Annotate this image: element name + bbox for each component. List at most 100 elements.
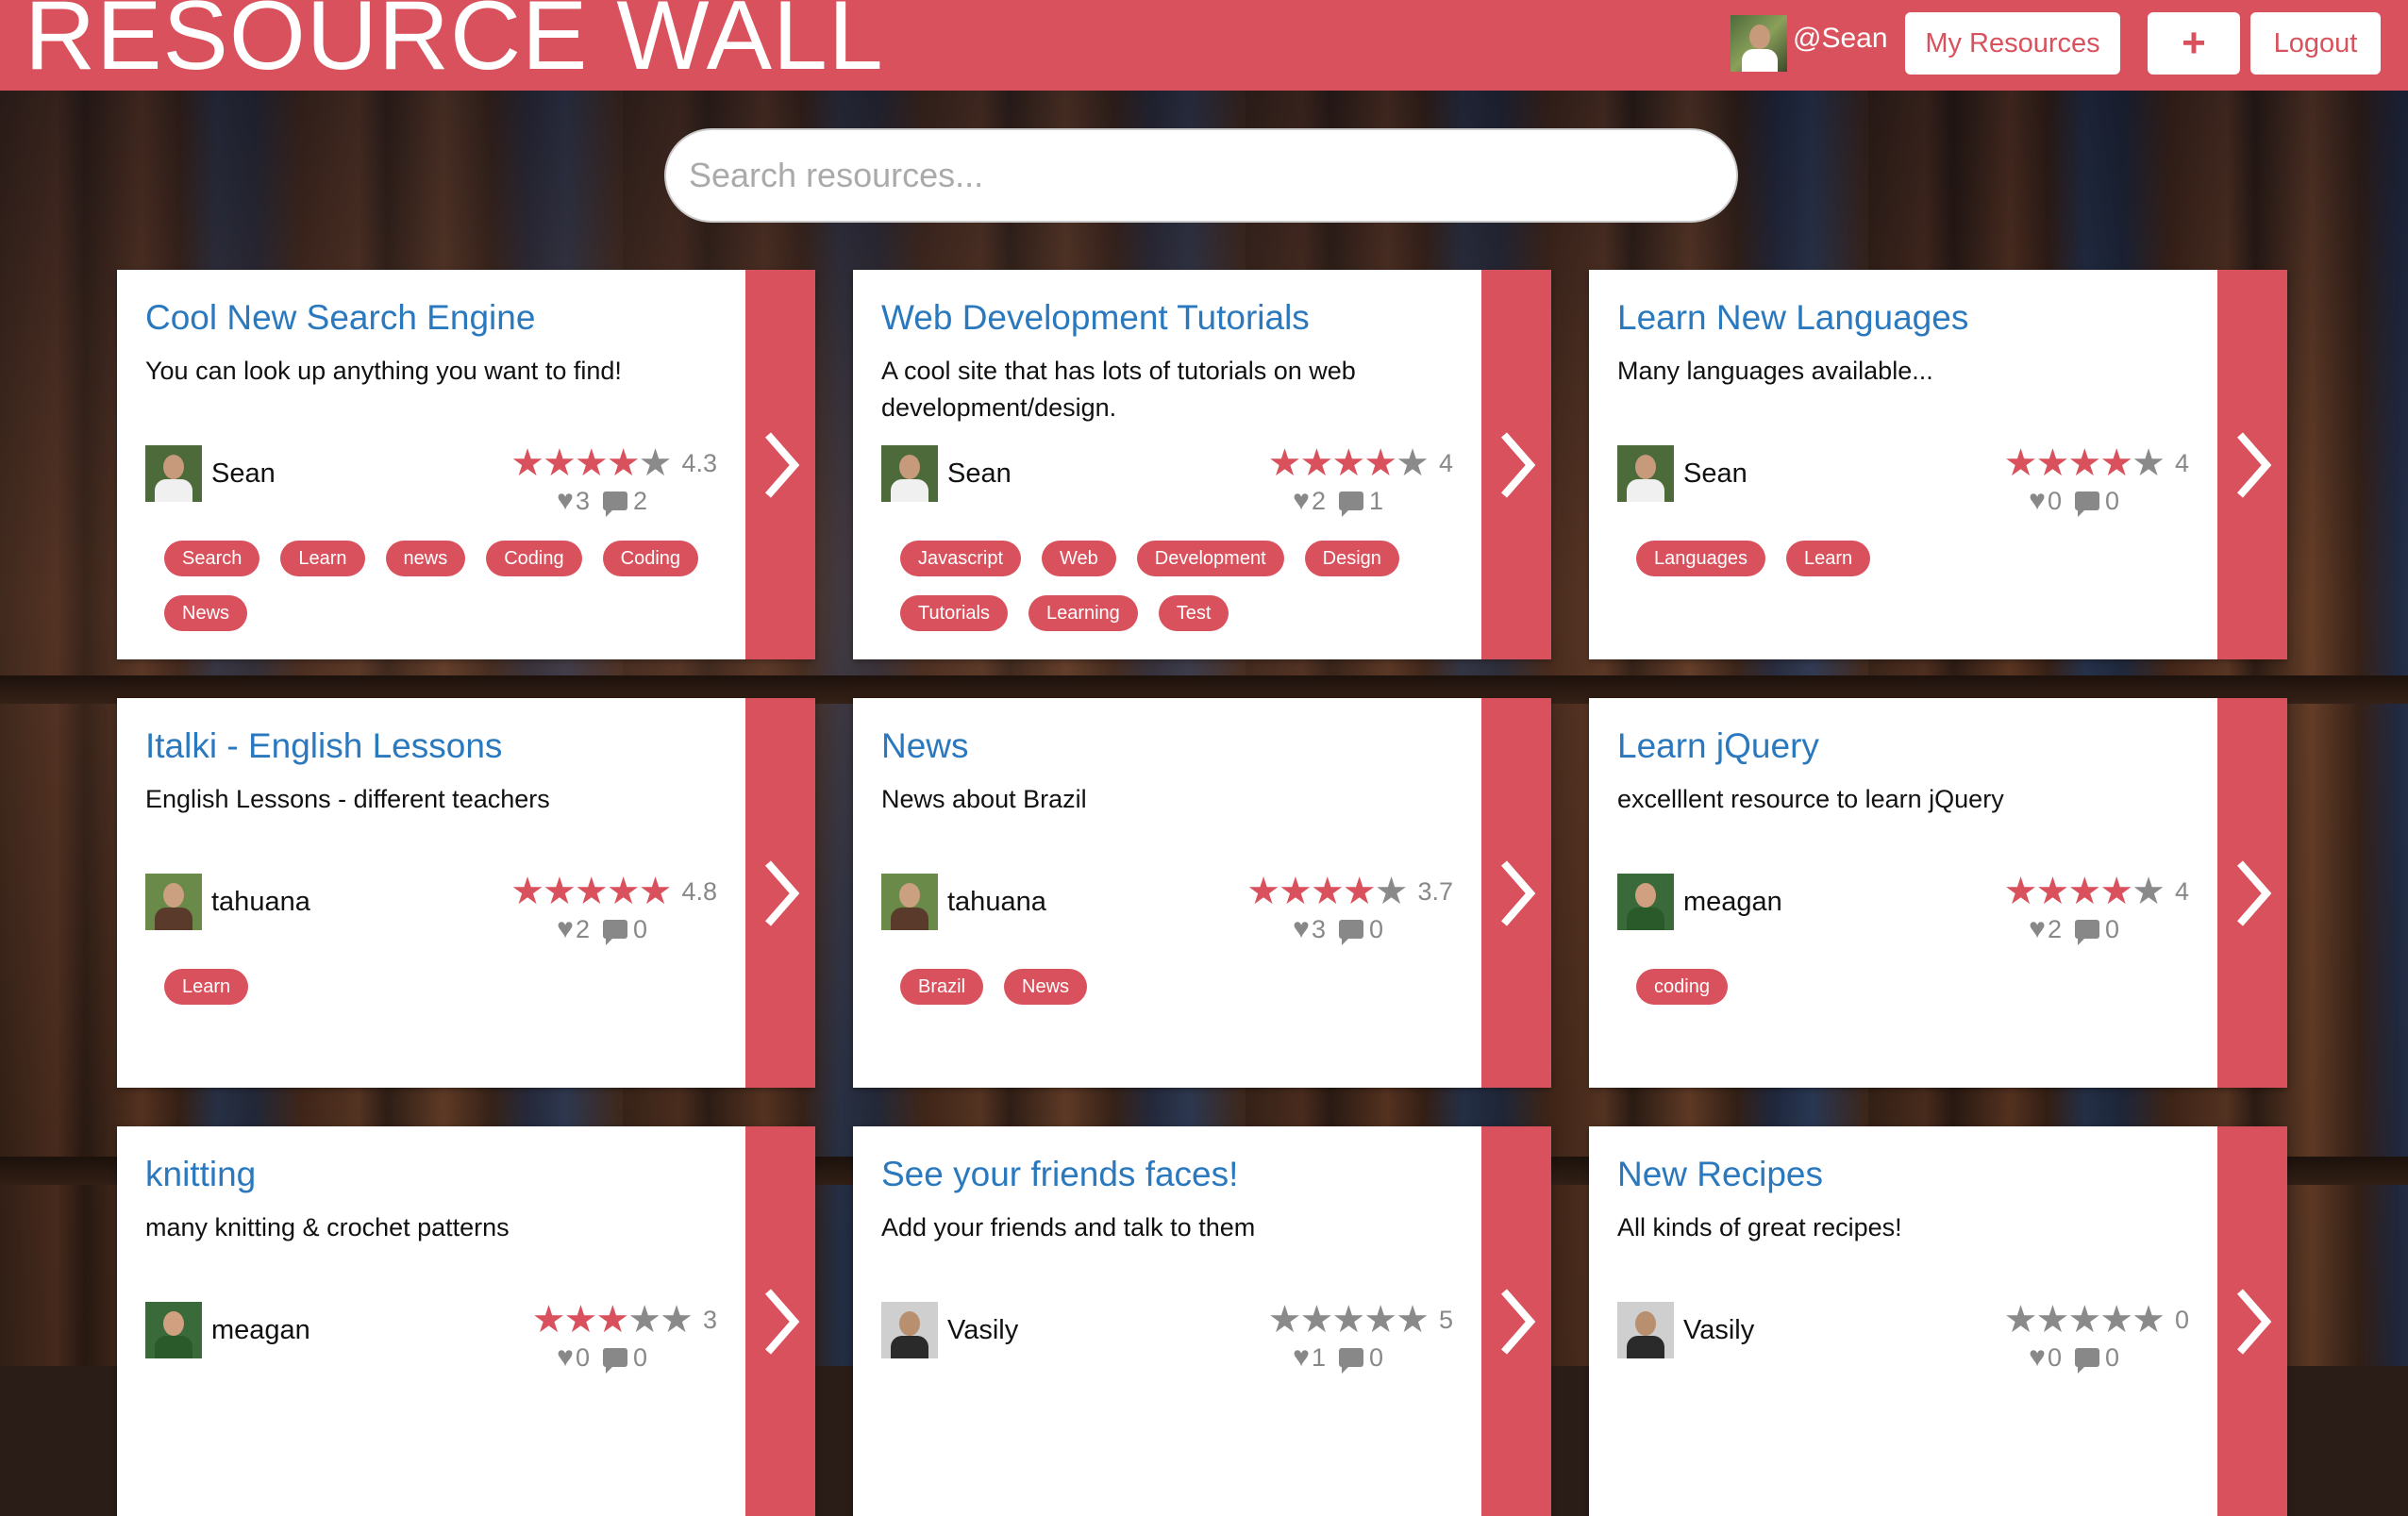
heart-icon[interactable]: ♥ [557, 913, 574, 945]
star-icon[interactable]: ★ [575, 442, 609, 484]
tag-pill[interactable]: Search [164, 541, 260, 576]
user-handle[interactable]: @Sean [1793, 23, 1888, 55]
card-title[interactable]: Italki - English Lessons [145, 726, 502, 766]
resource-card[interactable]: See your friends faces! Add your friends … [853, 1126, 1551, 1516]
resource-card[interactable]: Learn jQuery excelllent resource to learn… [1589, 698, 2287, 1088]
search-input[interactable] [664, 128, 1738, 223]
star-icon[interactable]: ★ [564, 1299, 598, 1341]
tag-pill[interactable]: Brazil [900, 969, 984, 1005]
tag-pill[interactable]: Learn [280, 541, 365, 576]
open-resource-button[interactable] [1481, 698, 1551, 1088]
tag-pill[interactable]: Tutorials [900, 595, 1008, 631]
star-rating[interactable]: ★★★★★ 0 [2004, 1301, 2189, 1339]
heart-icon[interactable]: ♥ [2029, 1341, 2046, 1374]
star-icon[interactable]: ★ [1268, 1299, 1302, 1341]
star-icon[interactable]: ★ [2067, 442, 2101, 484]
star-icon[interactable]: ★ [1363, 442, 1397, 484]
card-title[interactable]: New Recipes [1617, 1155, 1823, 1194]
star-icon[interactable]: ★ [1363, 1299, 1397, 1341]
open-resource-button[interactable] [2217, 698, 2287, 1088]
tag-pill[interactable]: News [164, 595, 248, 631]
comment-icon[interactable] [602, 1348, 627, 1374]
star-icon[interactable]: ★ [2099, 1299, 2133, 1341]
brand-title[interactable]: RESOURCE WALL [25, 0, 884, 85]
heart-icon[interactable]: ♥ [1293, 1341, 1310, 1374]
comment-icon[interactable] [1338, 1348, 1363, 1374]
star-icon[interactable]: ★ [2099, 871, 2133, 912]
tag-pill[interactable]: Coding [602, 541, 699, 576]
resource-card[interactable]: News News about Brazil tahuana ★★★★★ 3.7 ♥ 3 0 B… [853, 698, 1551, 1088]
open-resource-button[interactable] [745, 698, 815, 1088]
stars[interactable]: ★★★★★ [510, 442, 672, 484]
star-icon[interactable]: ★ [627, 1299, 661, 1341]
star-icon[interactable]: ★ [532, 1299, 566, 1341]
heart-icon[interactable]: ♥ [557, 485, 574, 517]
open-resource-button[interactable] [2217, 1126, 2287, 1516]
stars[interactable]: ★★★★★ [2004, 871, 2166, 912]
tag-pill[interactable]: Learn [164, 969, 249, 1005]
logout-button[interactable]: Logout [2250, 12, 2381, 75]
star-icon[interactable]: ★ [1343, 871, 1377, 912]
star-rating[interactable]: ★★★★★ 4 [2004, 444, 2189, 482]
star-icon[interactable]: ★ [607, 442, 641, 484]
star-icon[interactable]: ★ [1300, 1299, 1334, 1341]
heart-icon[interactable]: ♥ [2029, 485, 2046, 517]
stars[interactable]: ★★★★★ [1268, 1299, 1430, 1341]
open-resource-button[interactable] [2217, 270, 2287, 659]
comment-icon[interactable] [1338, 920, 1363, 945]
star-icon[interactable]: ★ [2132, 1299, 2166, 1341]
star-icon[interactable]: ★ [2067, 1299, 2101, 1341]
star-icon[interactable]: ★ [595, 1299, 629, 1341]
heart-icon[interactable]: ♥ [1293, 913, 1310, 945]
star-rating[interactable]: ★★★★★ 4 [2004, 873, 2189, 910]
star-rating[interactable]: ★★★★★ 3 [532, 1301, 717, 1339]
star-icon[interactable]: ★ [607, 871, 641, 912]
star-icon[interactable]: ★ [2036, 442, 2070, 484]
star-rating[interactable]: ★★★★★ 4.3 [510, 444, 717, 482]
star-icon[interactable]: ★ [2067, 871, 2101, 912]
star-icon[interactable]: ★ [1396, 442, 1430, 484]
star-icon[interactable]: ★ [1311, 871, 1345, 912]
star-rating[interactable]: ★★★★★ 5 [1268, 1301, 1453, 1339]
star-icon[interactable]: ★ [1279, 871, 1313, 912]
star-rating[interactable]: ★★★★★ 4.8 [510, 873, 717, 910]
resource-card[interactable]: Cool New Search Engine You can look up an… [117, 270, 815, 659]
star-icon[interactable]: ★ [543, 871, 577, 912]
star-icon[interactable]: ★ [1300, 442, 1334, 484]
star-icon[interactable]: ★ [575, 871, 609, 912]
comment-icon[interactable] [1338, 491, 1363, 517]
stars[interactable]: ★★★★★ [510, 871, 672, 912]
star-icon[interactable]: ★ [2036, 871, 2070, 912]
star-icon[interactable]: ★ [2036, 1299, 2070, 1341]
stars[interactable]: ★★★★★ [1268, 442, 1430, 484]
stars[interactable]: ★★★★★ [2004, 1299, 2166, 1341]
star-icon[interactable]: ★ [660, 1299, 694, 1341]
resource-card[interactable]: Web Development Tutorials A cool site tha… [853, 270, 1551, 659]
stars[interactable]: ★★★★★ [2004, 442, 2166, 484]
tag-pill[interactable]: Coding [486, 541, 582, 576]
star-rating[interactable]: ★★★★★ 4 [1268, 444, 1453, 482]
star-icon[interactable]: ★ [1246, 871, 1280, 912]
tag-pill[interactable]: Test [1158, 595, 1229, 631]
comment-icon[interactable] [2074, 1348, 2099, 1374]
tag-pill[interactable]: coding [1636, 969, 1728, 1005]
star-icon[interactable]: ★ [1396, 1299, 1430, 1341]
open-resource-button[interactable] [1481, 1126, 1551, 1516]
resource-card[interactable]: Learn New Languages Many languages availa… [1589, 270, 2287, 659]
star-icon[interactable]: ★ [510, 442, 544, 484]
stars[interactable]: ★★★★★ [532, 1299, 694, 1341]
tag-pill[interactable]: Javascript [900, 541, 1022, 576]
star-icon[interactable]: ★ [2004, 871, 2038, 912]
card-title[interactable]: Learn New Languages [1617, 298, 1968, 338]
tag-pill[interactable]: News [1004, 969, 1088, 1005]
card-title[interactable]: Learn jQuery [1617, 726, 1819, 766]
heart-icon[interactable]: ♥ [557, 1341, 574, 1374]
star-icon[interactable]: ★ [2132, 871, 2166, 912]
card-title[interactable]: Cool New Search Engine [145, 298, 535, 338]
open-resource-button[interactable] [745, 1126, 815, 1516]
comment-icon[interactable] [2074, 920, 2099, 945]
star-icon[interactable]: ★ [2099, 442, 2133, 484]
tag-pill[interactable]: news [385, 541, 466, 576]
heart-icon[interactable]: ♥ [1293, 485, 1310, 517]
comment-icon[interactable] [2074, 491, 2099, 517]
